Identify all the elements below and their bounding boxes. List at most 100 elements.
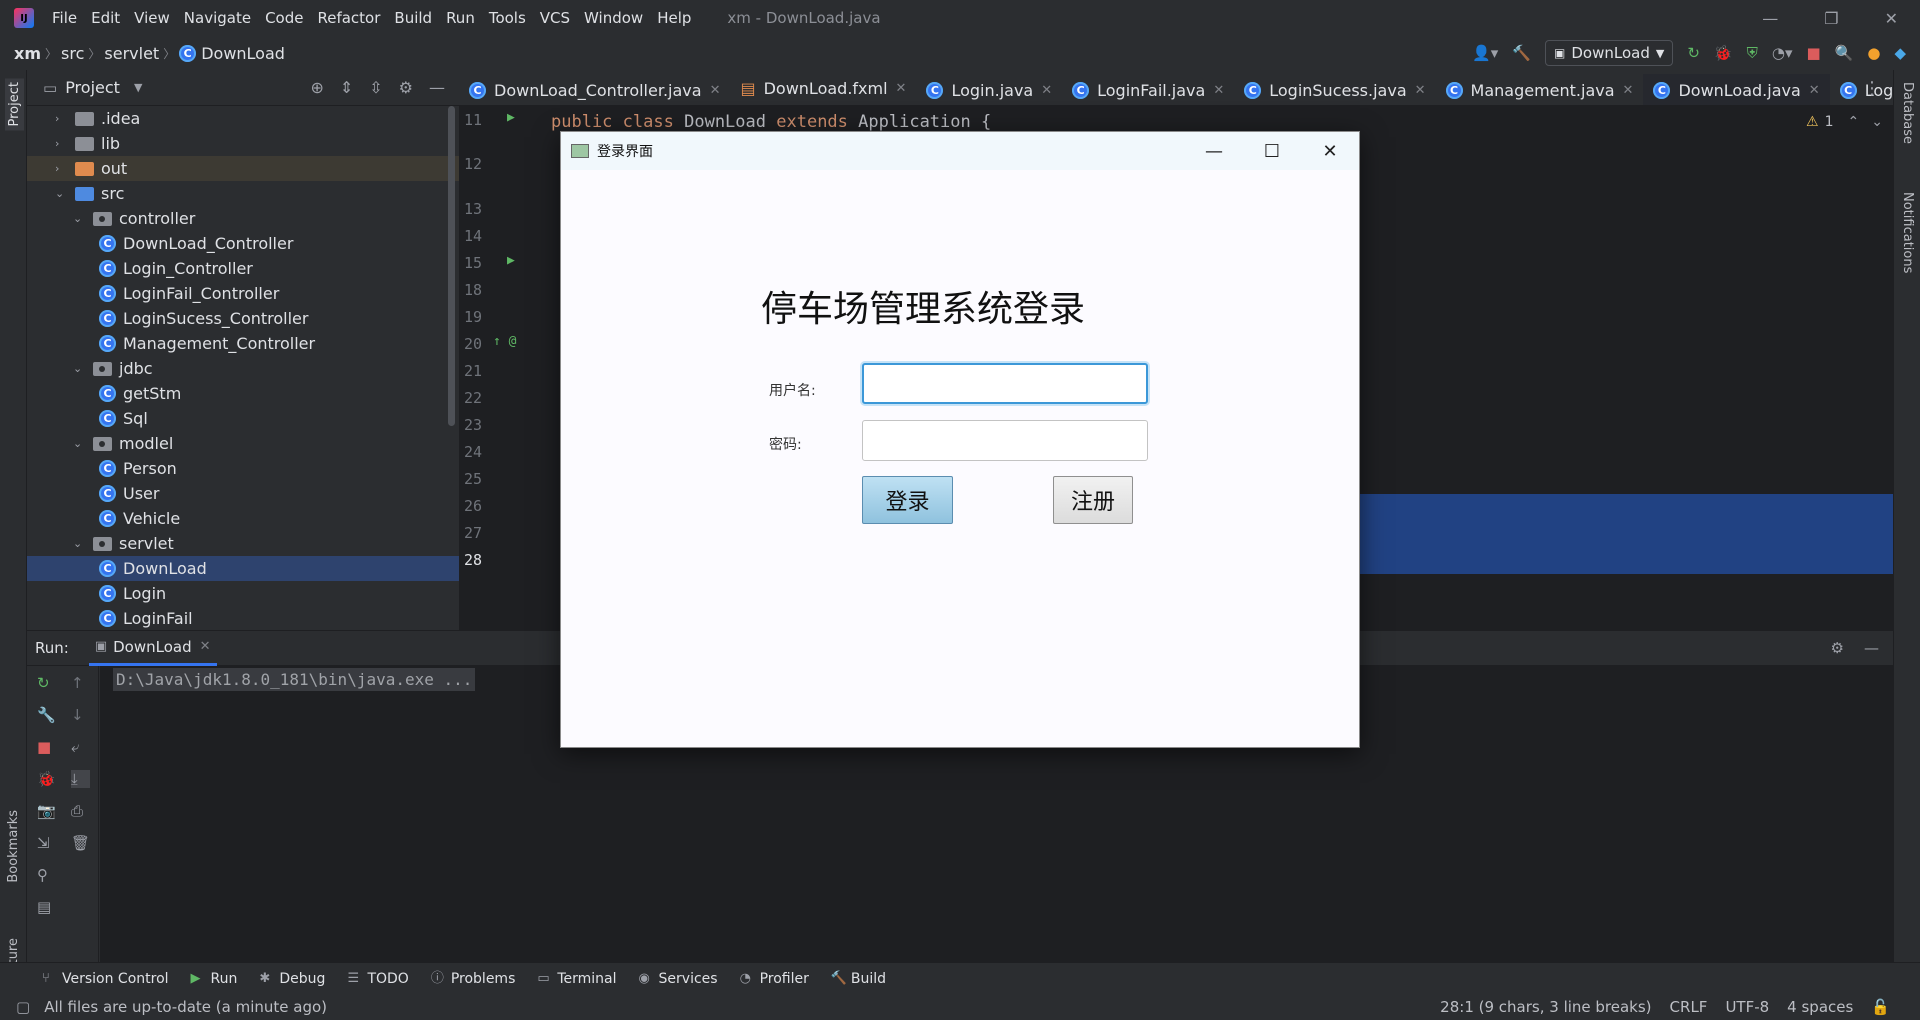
run-gutter-icon[interactable]: ▶ <box>507 110 515 125</box>
run-config-select[interactable]: ▣ DownLoad ▼ <box>1545 40 1674 66</box>
menu-item-help[interactable]: Help <box>657 9 691 27</box>
tree-item[interactable]: C Login_Controller <box>27 256 459 281</box>
rerun-icon[interactable]: ↻ <box>1687 44 1700 62</box>
close-icon[interactable]: ✕ <box>896 81 907 96</box>
update-icon[interactable]: ● <box>1867 44 1880 62</box>
pin-icon[interactable]: ⚲ <box>37 866 56 884</box>
maximize-icon[interactable]: ☐ <box>1243 132 1301 170</box>
run-gutter-icon[interactable]: ▶ <box>507 253 515 268</box>
editor-tab[interactable]: C DownLoad.java ✕ <box>1643 73 1830 105</box>
file-encoding[interactable]: UTF-8 <box>1725 998 1769 1016</box>
menu-item-view[interactable]: View <box>134 9 170 27</box>
editor-tab[interactable]: C Login.java ✕ <box>916 72 1062 105</box>
tree-item[interactable]: C LoginSucess_Controller <box>27 306 459 331</box>
build-hammer-icon[interactable]: 🔨 <box>1512 44 1531 62</box>
indent-setting[interactable]: 4 spaces <box>1787 998 1853 1016</box>
project-tool-button[interactable]: Project <box>5 78 24 131</box>
tree-item[interactable]: C DownLoad_Controller <box>27 231 459 256</box>
menu-item-vcs[interactable]: VCS <box>540 9 570 27</box>
search-icon[interactable]: 🔍 <box>1835 44 1854 62</box>
username-input[interactable] <box>862 363 1148 404</box>
editor-tab[interactable]: C DownLoad_Controller.java ✕ <box>459 72 730 105</box>
tree-item[interactable]: C Login <box>27 581 459 606</box>
tree-item[interactable]: C Person <box>27 456 459 481</box>
stop-icon[interactable]: ■ <box>37 738 56 756</box>
tool-tab-problems[interactable]: ⓘ Problems <box>431 971 516 987</box>
breadcrumb-item[interactable]: xm <box>14 44 41 63</box>
editor-tab[interactable]: C LoginSucess.java ✕ <box>1234 72 1435 105</box>
editor-tab[interactable]: CLogin <box>1830 72 1893 105</box>
exit-icon[interactable]: ⇲ <box>37 834 56 852</box>
more-tabs-icon[interactable]: ⋮ <box>1863 78 1881 99</box>
close-icon[interactable]: ✕ <box>1885 9 1898 28</box>
chevron-down-icon[interactable]: ⌄ <box>73 437 83 450</box>
gear-icon[interactable]: ⚙ <box>1831 639 1844 657</box>
lock-icon[interactable]: 🔓 <box>1871 998 1890 1016</box>
editor-tab[interactable]: C Management.java ✕ <box>1436 72 1644 105</box>
tree-item[interactable]: › lib <box>27 131 459 156</box>
menu-item-window[interactable]: Window <box>584 9 643 27</box>
expand-all-icon[interactable]: ⇕ <box>340 78 353 97</box>
tree-item[interactable]: C DownLoad <box>27 556 459 581</box>
bookmarks-tool-button[interactable]: Bookmarks <box>6 810 21 883</box>
run-tab[interactable]: ▣ DownLoad ✕ <box>88 630 217 666</box>
chevron-right-icon[interactable]: › <box>55 112 65 125</box>
arrow-up-icon[interactable]: ↑ <box>71 674 90 692</box>
tree-item[interactable]: ⌄ jdbc <box>27 356 459 381</box>
breadcrumb-item[interactable]: src <box>61 44 84 63</box>
hide-icon[interactable]: — <box>1864 639 1879 657</box>
minimize-icon[interactable]: — <box>1762 9 1778 28</box>
collapse-all-icon[interactable]: ⇳ <box>369 78 382 97</box>
locate-icon[interactable]: ⊕ <box>310 78 323 97</box>
stop-icon[interactable]: ■ <box>1806 44 1820 62</box>
menu-item-navigate[interactable]: Navigate <box>184 9 251 27</box>
menu-item-tools[interactable]: Tools <box>489 9 526 27</box>
close-icon[interactable]: ✕ <box>1809 83 1820 98</box>
login-button[interactable]: 登录 <box>862 476 953 524</box>
menu-item-run[interactable]: Run <box>446 9 475 27</box>
arrow-down-icon[interactable]: ↓ <box>71 706 90 724</box>
breadcrumb-item[interactable]: DownLoad <box>201 44 285 63</box>
tree-item[interactable]: ⌄ controller <box>27 206 459 231</box>
register-button[interactable]: 注册 <box>1053 476 1133 524</box>
tool-tab-services[interactable]: ◉ Services <box>639 971 718 987</box>
menu-item-code[interactable]: Code <box>265 9 303 27</box>
close-icon[interactable]: ✕ <box>1213 83 1224 98</box>
chevron-down-icon[interactable]: ⌄ <box>73 362 83 375</box>
tool-tab-debug[interactable]: ✱ Debug <box>259 971 325 987</box>
close-icon[interactable]: ✕ <box>200 639 211 654</box>
tree-item[interactable]: CgetStm <box>27 381 459 406</box>
tool-tab-profiler[interactable]: ◔ Profiler <box>740 971 809 987</box>
profile-icon[interactable]: ◔▾ <box>1772 44 1793 62</box>
camera-icon[interactable]: 📷 <box>37 802 56 820</box>
close-icon[interactable]: ✕ <box>1301 132 1359 170</box>
close-icon[interactable]: ✕ <box>1415 83 1426 98</box>
tree-item[interactable]: C Vehicle <box>27 506 459 531</box>
inspection-widget[interactable]: ⚠ 1 ⌃ ⌄ <box>1806 114 1883 130</box>
chevron-right-icon[interactable]: › <box>55 162 65 175</box>
tool-tab-version-control[interactable]: ⑂ Version Control <box>42 971 169 987</box>
tool-tab-build[interactable]: 🔨 Build <box>831 971 886 987</box>
menu-item-edit[interactable]: Edit <box>91 9 120 27</box>
tree-item[interactable]: C LoginFail <box>27 606 459 630</box>
tree-item[interactable]: C LoginFail_Controller <box>27 281 459 306</box>
close-icon[interactable]: ✕ <box>1041 83 1052 98</box>
editor-tab[interactable]: ▤ DownLoad.fxml ✕ <box>730 70 916 105</box>
chevron-down-icon[interactable]: ▼ <box>134 81 142 94</box>
print-icon[interactable]: ⎙ <box>71 802 90 820</box>
rerun-icon[interactable]: ↻ <box>37 674 56 692</box>
menu-item-refactor[interactable]: Refactor <box>317 9 380 27</box>
status-panel-icon[interactable]: ▢ <box>16 998 30 1016</box>
soft-wrap-icon[interactable]: ⤶ <box>71 738 90 756</box>
password-input[interactable] <box>862 420 1148 461</box>
tree-item[interactable]: C Sql <box>27 406 459 431</box>
minimize-icon[interactable]: — <box>1185 132 1243 170</box>
menu-item-file[interactable]: File <box>52 9 77 27</box>
line-separator[interactable]: CRLF <box>1670 998 1708 1016</box>
wrench-icon[interactable]: 🔧 <box>37 706 56 724</box>
chevron-down-icon[interactable]: ⌄ <box>73 212 83 225</box>
gear-icon[interactable]: ⚙ <box>399 78 413 97</box>
debug-icon[interactable]: 🐞 <box>1714 44 1733 62</box>
tree-item[interactable]: ⌄ src <box>27 181 459 206</box>
tree-scrollbar[interactable] <box>448 106 455 426</box>
